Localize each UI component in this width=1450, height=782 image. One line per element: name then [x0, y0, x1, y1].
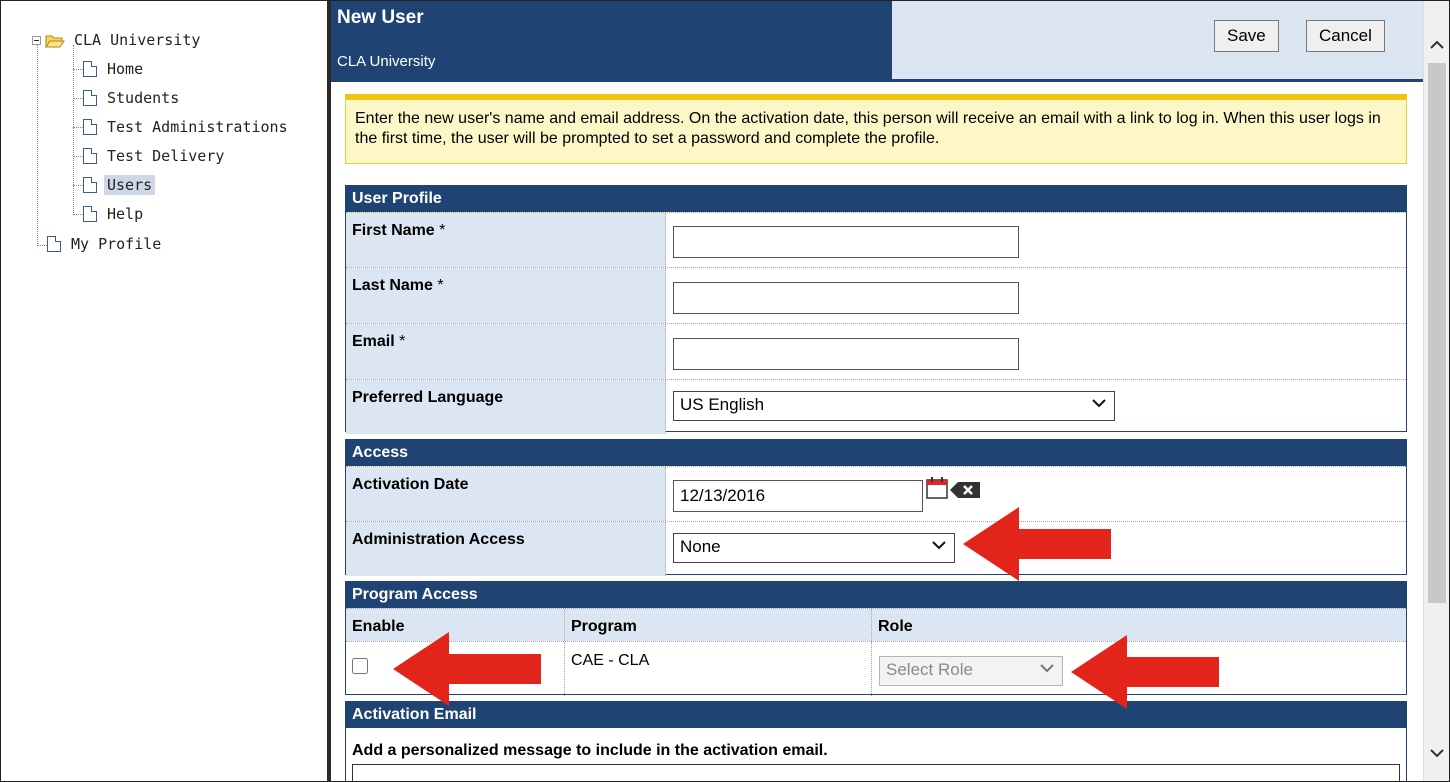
first-name-row: First Name * — [346, 212, 1406, 267]
chevron-down-icon — [932, 541, 946, 550]
tree-item-students[interactable]: Students — [83, 87, 182, 109]
tree-item-users[interactable]: Users — [83, 174, 156, 196]
page-icon — [83, 177, 97, 193]
first-name-label: First Name * — [346, 213, 666, 267]
cancel-button[interactable]: Cancel — [1306, 20, 1385, 52]
tree-item-label: Test Administrations — [107, 118, 288, 136]
language-value: US English — [680, 395, 765, 414]
tree-item-test-administrations[interactable]: Test Administrations — [83, 116, 291, 138]
folder-open-icon — [45, 35, 65, 48]
scroll-down-icon[interactable] — [1429, 745, 1445, 761]
navigation-tree: CLA University Home Students Test Admini… — [1, 1, 327, 781]
page-icon — [83, 148, 97, 164]
clear-date-icon[interactable] — [949, 481, 981, 499]
annotation-arrow-icon — [1071, 635, 1219, 709]
language-select[interactable]: US English — [673, 391, 1115, 421]
activation-email-section: Activation Email Add a personalized mess… — [345, 701, 1407, 781]
tree-item-my-profile[interactable]: My Profile — [47, 233, 164, 255]
tree-item-test-delivery[interactable]: Test Delivery — [83, 145, 227, 167]
language-row: Preferred Language US English — [346, 379, 1406, 434]
administration-access-label: Administration Access — [346, 522, 666, 576]
app-frame: CLA University Home Students Test Admini… — [0, 0, 1450, 782]
activation-message-textarea[interactable] — [352, 764, 1400, 781]
page-icon — [83, 206, 97, 222]
activation-date-label: Activation Date — [346, 467, 666, 521]
tree-item-label: Home — [107, 60, 144, 78]
role-select[interactable]: Select Role — [879, 656, 1063, 686]
tree-item-home[interactable]: Home — [83, 58, 146, 80]
tree-item-label: Test Delivery — [107, 147, 225, 165]
email-input[interactable] — [673, 338, 1019, 370]
page-header: New User CLA University — [331, 1, 892, 79]
page-icon — [83, 119, 97, 135]
user-profile-section: User Profile First Name * Last Name * Em… — [345, 185, 1407, 434]
language-label: Preferred Language — [346, 380, 666, 434]
header-rule — [331, 79, 1423, 82]
page-subtitle: CLA University — [337, 53, 436, 70]
column-header-program: Program — [571, 618, 637, 635]
last-name-input[interactable] — [673, 282, 1019, 314]
tree-root[interactable]: CLA University — [32, 29, 203, 51]
last-name-row: Last Name * — [346, 267, 1406, 323]
vertical-scrollbar[interactable] — [1423, 1, 1449, 781]
calendar-icon[interactable] — [926, 477, 948, 499]
page-title: New User — [337, 7, 424, 28]
administration-access-value: None — [680, 537, 721, 556]
page-icon — [83, 90, 97, 106]
activation-date-input[interactable]: 12/13/2016 — [673, 480, 923, 512]
first-name-input[interactable] — [673, 226, 1019, 258]
tree-item-label: Users — [104, 175, 156, 195]
column-header-role: Role — [878, 618, 913, 635]
chevron-down-icon — [1092, 399, 1106, 408]
administration-access-select[interactable]: None — [673, 533, 955, 563]
tree-item-label: Help — [107, 205, 144, 223]
email-row: Email * — [346, 323, 1406, 379]
section-heading: User Profile — [346, 186, 1406, 212]
annotation-arrow-icon — [393, 632, 541, 706]
tree-root-label: CLA University — [74, 31, 201, 49]
last-name-label: Last Name * — [346, 268, 666, 323]
header-toolbar: Save Cancel — [892, 1, 1423, 79]
tree-item-help[interactable]: Help — [83, 203, 146, 225]
main-panel: New User CLA University Save Cancel Ente… — [331, 1, 1423, 781]
page-icon — [47, 236, 61, 252]
tree-item-label: My Profile — [71, 235, 162, 253]
role-value: Select Role — [886, 660, 973, 679]
chevron-down-icon — [1040, 664, 1054, 673]
email-label: Email * — [346, 324, 666, 379]
collapse-icon[interactable] — [32, 35, 41, 45]
activation-date-value: 12/13/2016 — [680, 486, 766, 505]
access-section: Access Activation Date 12/13/2016 Admini… — [345, 439, 1407, 576]
tree-item-label: Students — [107, 89, 180, 107]
activation-email-prompt: Add a personalized message to include in… — [352, 742, 828, 759]
instructions-notice: Enter the new user's name and email addr… — [345, 94, 1407, 164]
program-name: CAE - CLA — [571, 652, 650, 669]
section-heading: Access — [346, 440, 1406, 466]
activation-date-row: Activation Date 12/13/2016 — [346, 466, 1406, 521]
page-icon — [83, 61, 97, 77]
section-heading: Program Access — [346, 582, 1406, 608]
administration-access-row: Administration Access None — [346, 521, 1406, 576]
annotation-arrow-icon — [963, 507, 1111, 581]
enable-program-checkbox[interactable] — [352, 658, 368, 674]
scrollbar-thumb[interactable] — [1428, 63, 1446, 603]
save-button[interactable]: Save — [1214, 20, 1279, 52]
scroll-up-icon[interactable] — [1429, 37, 1445, 53]
